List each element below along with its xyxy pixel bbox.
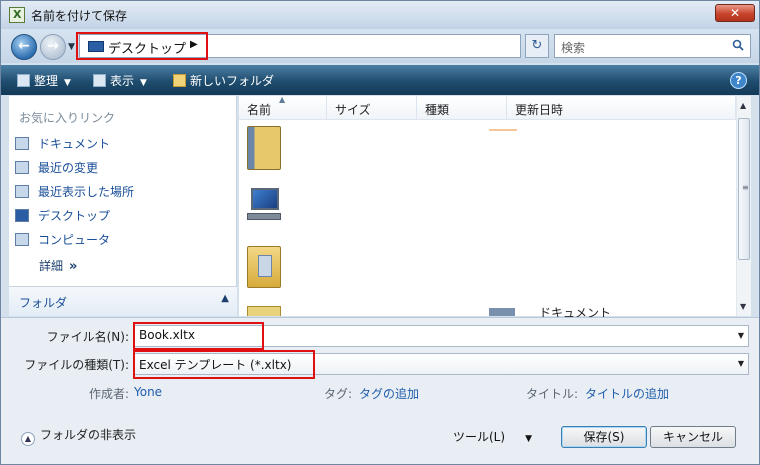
document-icon-partial[interactable] [489, 308, 515, 316]
back-button[interactable]: ← [11, 34, 37, 60]
folders-label: フォルダ [19, 296, 68, 310]
column-label: 更新日時 [515, 103, 564, 117]
file-list: 名前 ▲ サイズ 種類 更新日時 ドキュメント ▲ ≡ ▼ [239, 95, 751, 320]
views-menu[interactable]: 表示 ▼ [93, 72, 147, 89]
vertical-scrollbar[interactable]: ▲ ≡ ▼ [736, 96, 751, 316]
address-row: ← → ▼ デスクトップ ▶ ▼ ↻ 検索 [1, 29, 759, 63]
tools-menu[interactable]: ツール(L) ▼ [453, 428, 532, 445]
close-button[interactable]: ✕ [715, 4, 755, 22]
column-label: 種類 [425, 103, 450, 117]
folders-header[interactable]: フォルダ ▲ [9, 286, 237, 316]
column-label: 名前 [247, 103, 272, 117]
window-title: 名前を付けて保存 [31, 9, 128, 23]
folder-icon[interactable] [247, 246, 281, 288]
cancel-button[interactable]: キャンセル [650, 426, 736, 448]
sidebar-item-label: コンピュータ [38, 233, 111, 247]
views-label: 表示 [110, 74, 135, 88]
recent-changes-icon [15, 161, 29, 174]
sidebar-item-recent-changes[interactable]: 最近の変更 [15, 159, 98, 179]
excel-icon [9, 7, 25, 23]
tags-label: タグ: [324, 387, 353, 401]
title-bar: 名前を付けて保存 ✕ [1, 1, 759, 29]
sort-arrow-icon: ▲ [279, 95, 286, 104]
column-label: サイズ [335, 103, 371, 117]
organize-label: 整理 [34, 74, 59, 88]
refresh-button[interactable]: ↻ [525, 34, 549, 58]
help-button[interactable]: ? [730, 72, 747, 89]
chevron-up-icon[interactable]: ▲ [221, 293, 229, 304]
monitor-base [247, 213, 281, 220]
recent-pages-chevron-icon[interactable]: ▼ [68, 42, 75, 52]
organize-menu[interactable]: 整理 ▼ [17, 72, 71, 89]
sidebar-item-label: 最近の変更 [38, 161, 99, 175]
chevron-down-icon[interactable]: ▼ [738, 359, 744, 368]
chevron-down-icon: ▼ [525, 434, 532, 444]
details-link[interactable]: 詳細 » [39, 257, 77, 274]
sidebar-item-desktop[interactable]: デスクトップ [15, 207, 110, 227]
computer-icon[interactable] [247, 186, 281, 224]
sidebar-item-recent-places[interactable]: 最近表示した場所 [15, 183, 134, 203]
computer-icon [15, 233, 29, 246]
filename-highlight-box [133, 322, 264, 350]
selection-mark [489, 129, 517, 131]
sidebar-item-label: デスクトップ [38, 209, 111, 223]
chevron-down-icon: ▼ [64, 78, 71, 88]
filename-label: ファイル名(N): [46, 330, 129, 344]
views-icon [93, 74, 106, 87]
save-form: ファイル名(N): Book.xltx ▼ ファイルの種類(T): Excel … [1, 317, 759, 464]
author-label: 作成者: [89, 387, 130, 401]
details-label: 詳細 [39, 259, 64, 273]
title-label: タイトル: [526, 387, 579, 401]
double-chevron-icon: » [69, 259, 78, 274]
sidebar-item-label: 最近表示した場所 [38, 185, 135, 199]
command-toolbar: 整理 ▼ 表示 ▼ 新しいフォルダ ? [1, 65, 759, 95]
tags-value[interactable]: タグの追加 [359, 385, 419, 402]
documents-icon [15, 137, 29, 150]
column-header-name[interactable]: 名前 ▲ [239, 95, 327, 120]
navigation-pane: お気に入りリンク ドキュメント 最近の変更 最近表示した場所 デスクトップ コン… [9, 96, 237, 316]
title-value[interactable]: タイトルの追加 [585, 385, 669, 402]
sidebar-item-computer[interactable]: コンピュータ [15, 231, 110, 251]
hide-folders-label: フォルダの非表示 [40, 428, 137, 442]
hide-folders-button[interactable]: ▲ フォルダの非表示 [21, 426, 136, 446]
save-button[interactable]: 保存(S) [561, 426, 647, 448]
save-as-dialog: 名前を付けて保存 ✕ ← → ▼ デスクトップ ▶ ▼ ↻ 検索 整理 ▼ 表示 ▼ [0, 0, 760, 465]
grip-icon: ≡ [742, 183, 749, 192]
search-placeholder: 検索 [561, 41, 586, 55]
scroll-down-icon[interactable]: ▼ [740, 302, 746, 311]
chevron-down-icon: ▼ [140, 78, 147, 88]
new-folder-button[interactable]: 新しいフォルダ [173, 72, 274, 89]
scroll-thumb[interactable]: ≡ [738, 118, 750, 260]
folder-icon-partial[interactable] [247, 306, 281, 316]
filetype-highlight-box [133, 350, 315, 379]
desktop-icon [15, 209, 29, 222]
column-header-size[interactable]: サイズ [327, 96, 417, 120]
column-header-type[interactable]: 種類 [417, 96, 507, 120]
sidebar-item-documents[interactable]: ドキュメント [15, 135, 110, 155]
forward-button[interactable]: → [40, 34, 66, 60]
chevron-up-icon: ▲ [21, 432, 35, 446]
filetype-label: ファイルの種類(T): [24, 358, 129, 372]
folder-page [258, 255, 272, 277]
recent-places-icon [15, 185, 29, 198]
new-folder-label: 新しいフォルダ [190, 74, 275, 88]
scroll-up-icon[interactable]: ▲ [740, 101, 746, 110]
tools-label: ツール(L) [453, 430, 506, 444]
new-folder-icon [173, 74, 186, 87]
organize-icon [17, 74, 30, 87]
author-value[interactable]: Yone [134, 385, 162, 399]
favorites-header: お気に入りリンク [19, 111, 116, 125]
chevron-down-icon[interactable]: ▼ [738, 331, 744, 340]
sidebar-item-label: ドキュメント [38, 137, 111, 151]
column-header-modified[interactable]: 更新日時 [507, 96, 736, 120]
search-icon[interactable] [732, 39, 744, 51]
monitor-screen [251, 188, 279, 210]
search-input[interactable]: 検索 [554, 34, 751, 58]
address-highlight-box [76, 32, 208, 60]
documents-folder-icon[interactable] [247, 126, 281, 170]
